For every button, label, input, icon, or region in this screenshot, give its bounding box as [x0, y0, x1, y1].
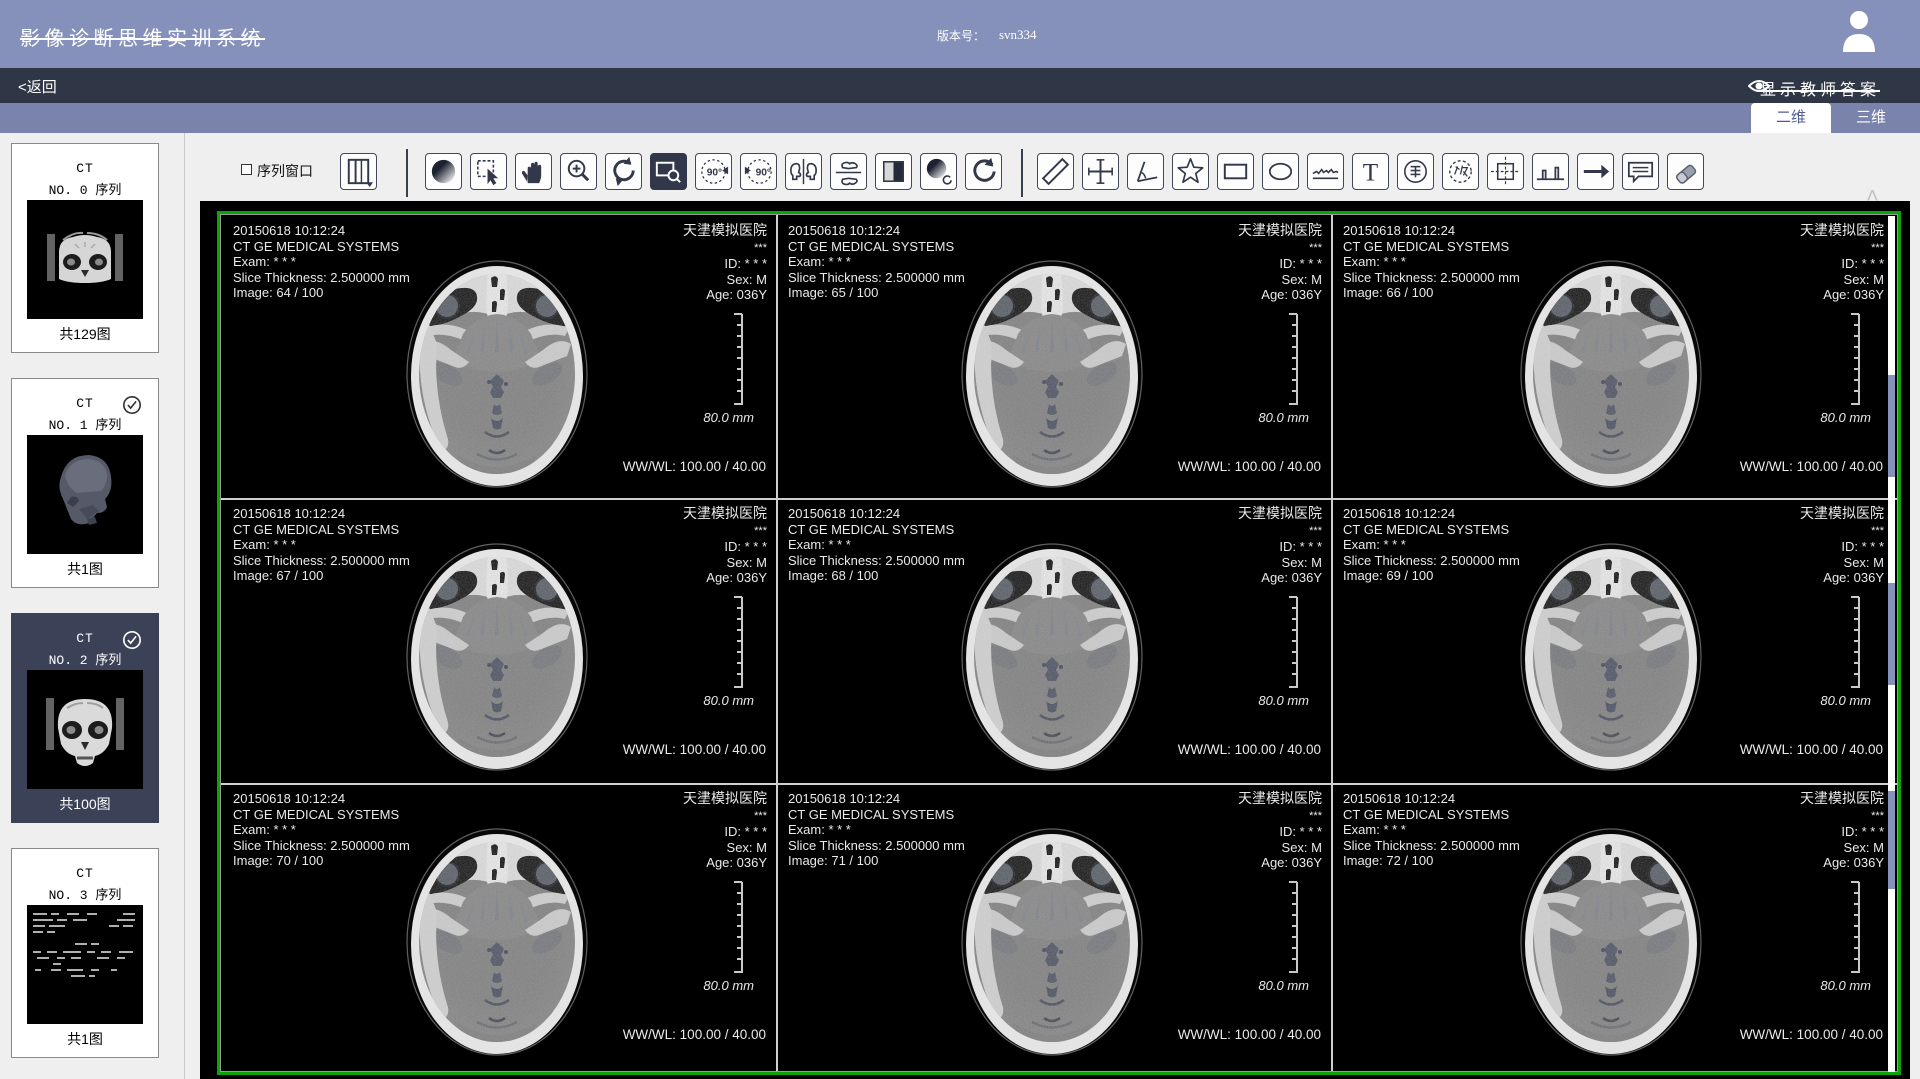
svg-text:90°: 90°	[756, 167, 771, 178]
svg-text:90°: 90°	[707, 167, 722, 178]
svg-text:T: T	[1363, 158, 1379, 186]
